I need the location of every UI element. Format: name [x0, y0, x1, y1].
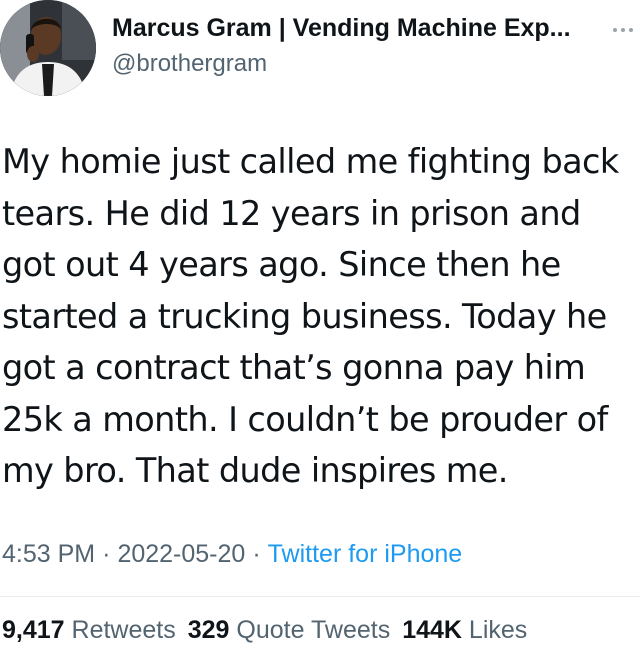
quote-tweets-count: 329: [187, 616, 230, 644]
author-info: Marcus Gram | Vending Machine Exp... @br…: [112, 12, 622, 80]
avatar[interactable]: [0, 0, 96, 96]
tweet-text-line: got a contract that’s gonna pay him: [2, 348, 586, 387]
tweet-date[interactable]: 2022-05-20: [117, 540, 245, 568]
dot: [613, 28, 617, 32]
retweets-count: 9,417: [2, 616, 65, 644]
author-display-name[interactable]: Marcus Gram | Vending Machine Exp...: [112, 12, 622, 44]
more-options-icon[interactable]: [613, 22, 633, 38]
tweet-text-line: my bro. That dude inspires me.: [2, 451, 508, 490]
tweet-text-line: tears. He did 12 years in prison and: [2, 193, 581, 233]
retweets-label: Retweets: [71, 616, 176, 644]
tweet-header: Marcus Gram | Vending Machine Exp... @br…: [0, 0, 640, 100]
avatar-image: [0, 0, 96, 96]
tweet-meta: 4:53 PM · 2022-05-20 · Twitter for iPhone: [2, 534, 462, 574]
meta-separator: ·: [102, 540, 111, 568]
dot: [629, 28, 633, 32]
tweet-source-link[interactable]: Twitter for iPhone: [268, 540, 463, 568]
tweet-text-line: My homie just called me fighting back: [2, 142, 619, 181]
likes-label: Likes: [468, 616, 528, 644]
tweet-text-line: got out 4 years ago. Since then he: [2, 245, 561, 284]
tweet-text: My homie just called me fighting back te…: [2, 136, 638, 497]
author-handle[interactable]: @brothergram: [112, 48, 622, 80]
dot: [621, 28, 625, 32]
meta-separator: ·: [252, 540, 261, 568]
tweet-time[interactable]: 4:53 PM: [2, 540, 95, 568]
tweet: Marcus Gram | Vending Machine Exp... @br…: [0, 0, 640, 647]
tweet-text-line: 25k a month. I couldn’t be prouder of: [2, 399, 608, 439]
likes-stat[interactable]: 144K Likes: [402, 616, 527, 644]
retweets-stat[interactable]: 9,417 Retweets: [2, 616, 176, 644]
quote-tweets-stat[interactable]: 329 Quote Tweets: [188, 616, 390, 644]
tweet-text-line: started a trucking business. Today he: [2, 296, 607, 336]
quote-tweets-label: Quote Tweets: [236, 616, 391, 644]
tweet-stats: 9,417 Retweets 329 Quote Tweets 144K Likes: [2, 613, 539, 647]
likes-count: 144K: [402, 616, 462, 644]
divider: [0, 596, 640, 597]
